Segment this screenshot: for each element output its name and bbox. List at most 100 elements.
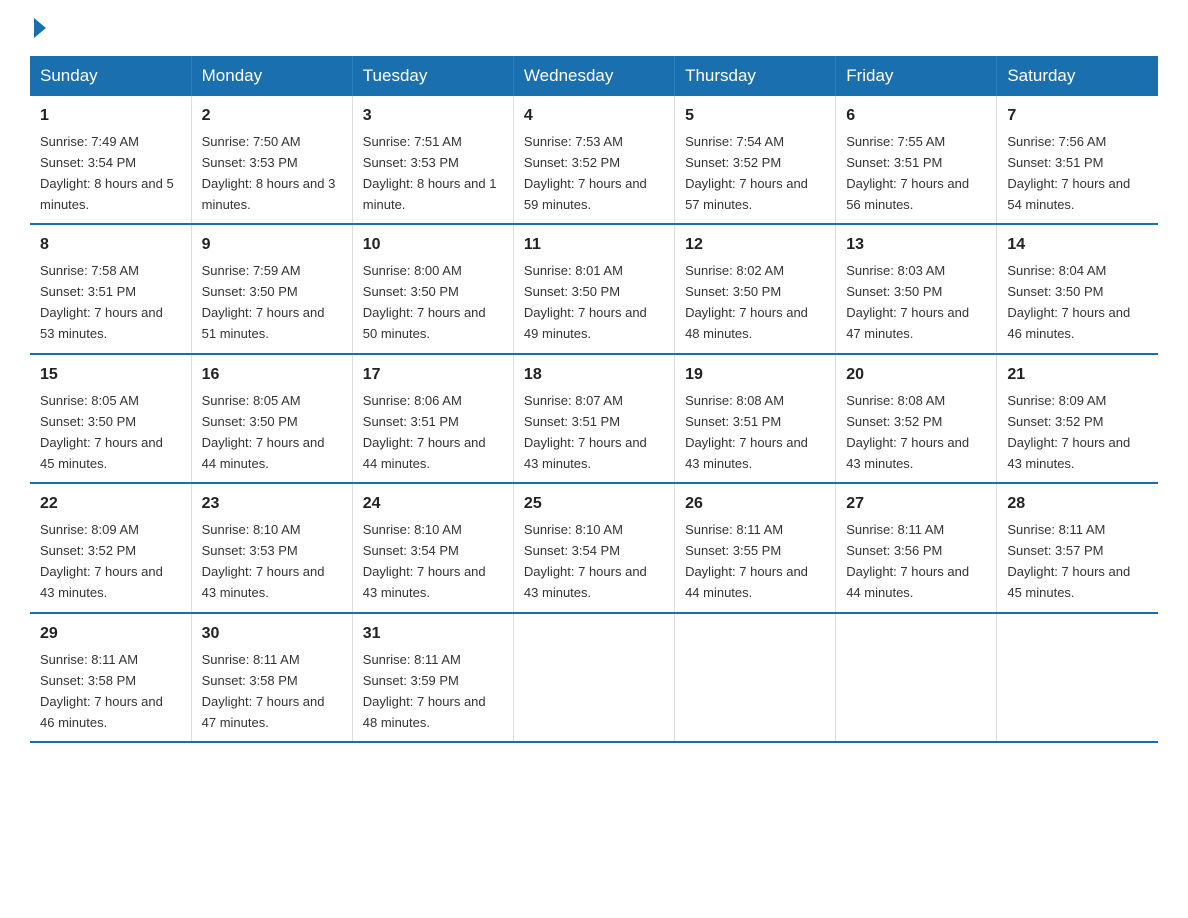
day-number: 2	[202, 104, 342, 129]
table-row: 7 Sunrise: 7:56 AMSunset: 3:51 PMDaylight…	[997, 96, 1158, 224]
table-row: 14 Sunrise: 8:04 AMSunset: 3:50 PMDayligh…	[997, 224, 1158, 353]
day-info: Sunrise: 8:11 AMSunset: 3:56 PMDaylight:…	[846, 522, 969, 600]
table-row	[513, 613, 674, 742]
calendar-week-row: 15 Sunrise: 8:05 AMSunset: 3:50 PMDayligh…	[30, 354, 1158, 483]
day-number: 4	[524, 104, 664, 129]
day-info: Sunrise: 8:10 AMSunset: 3:54 PMDaylight:…	[363, 522, 486, 600]
day-info: Sunrise: 8:05 AMSunset: 3:50 PMDaylight:…	[202, 393, 325, 471]
calendar-week-row: 22 Sunrise: 8:09 AMSunset: 3:52 PMDayligh…	[30, 483, 1158, 612]
table-row: 10 Sunrise: 8:00 AMSunset: 3:50 PMDayligh…	[352, 224, 513, 353]
table-row: 17 Sunrise: 8:06 AMSunset: 3:51 PMDayligh…	[352, 354, 513, 483]
day-info: Sunrise: 8:03 AMSunset: 3:50 PMDaylight:…	[846, 263, 969, 341]
day-number: 6	[846, 104, 986, 129]
day-info: Sunrise: 8:10 AMSunset: 3:53 PMDaylight:…	[202, 522, 325, 600]
day-number: 15	[40, 363, 181, 388]
table-row	[997, 613, 1158, 742]
day-info: Sunrise: 8:11 AMSunset: 3:58 PMDaylight:…	[202, 652, 325, 730]
day-info: Sunrise: 8:09 AMSunset: 3:52 PMDaylight:…	[1007, 393, 1130, 471]
day-number: 7	[1007, 104, 1148, 129]
day-info: Sunrise: 8:09 AMSunset: 3:52 PMDaylight:…	[40, 522, 163, 600]
table-row: 2 Sunrise: 7:50 AMSunset: 3:53 PMDaylight…	[191, 96, 352, 224]
table-row: 28 Sunrise: 8:11 AMSunset: 3:57 PMDayligh…	[997, 483, 1158, 612]
day-number: 27	[846, 492, 986, 517]
day-info: Sunrise: 8:01 AMSunset: 3:50 PMDaylight:…	[524, 263, 647, 341]
day-number: 18	[524, 363, 664, 388]
day-number: 16	[202, 363, 342, 388]
col-thursday: Thursday	[675, 56, 836, 96]
day-info: Sunrise: 7:50 AMSunset: 3:53 PMDaylight:…	[202, 134, 336, 212]
table-row: 15 Sunrise: 8:05 AMSunset: 3:50 PMDayligh…	[30, 354, 191, 483]
day-number: 20	[846, 363, 986, 388]
day-info: Sunrise: 7:53 AMSunset: 3:52 PMDaylight:…	[524, 134, 647, 212]
table-row: 29Sunrise: 8:11 AMSunset: 3:58 PMDayligh…	[30, 613, 191, 742]
day-info: Sunrise: 7:55 AMSunset: 3:51 PMDaylight:…	[846, 134, 969, 212]
day-info: Sunrise: 7:56 AMSunset: 3:51 PMDaylight:…	[1007, 134, 1130, 212]
day-number: 11	[524, 233, 664, 258]
day-info: Sunrise: 7:58 AMSunset: 3:51 PMDaylight:…	[40, 263, 163, 341]
day-info: Sunrise: 8:02 AMSunset: 3:50 PMDaylight:…	[685, 263, 808, 341]
table-row: 12 Sunrise: 8:02 AMSunset: 3:50 PMDayligh…	[675, 224, 836, 353]
day-number: 17	[363, 363, 503, 388]
table-row: 25Sunrise: 8:10 AMSunset: 3:54 PMDayligh…	[513, 483, 674, 612]
table-row: 8Sunrise: 7:58 AMSunset: 3:51 PMDaylight…	[30, 224, 191, 353]
day-info: Sunrise: 8:08 AMSunset: 3:52 PMDaylight:…	[846, 393, 969, 471]
day-info: Sunrise: 8:00 AMSunset: 3:50 PMDaylight:…	[363, 263, 486, 341]
table-row: 9 Sunrise: 7:59 AMSunset: 3:50 PMDaylight…	[191, 224, 352, 353]
calendar-table: Sunday Monday Tuesday Wednesday Thursday…	[30, 56, 1158, 743]
table-row: 26Sunrise: 8:11 AMSunset: 3:55 PMDayligh…	[675, 483, 836, 612]
table-row: 20 Sunrise: 8:08 AMSunset: 3:52 PMDayligh…	[836, 354, 997, 483]
table-row: 24 Sunrise: 8:10 AMSunset: 3:54 PMDayligh…	[352, 483, 513, 612]
day-number: 24	[363, 492, 503, 517]
table-row: 1Sunrise: 7:49 AMSunset: 3:54 PMDaylight…	[30, 96, 191, 224]
day-number: 10	[363, 233, 503, 258]
table-row: 18Sunrise: 8:07 AMSunset: 3:51 PMDayligh…	[513, 354, 674, 483]
day-info: Sunrise: 7:54 AMSunset: 3:52 PMDaylight:…	[685, 134, 808, 212]
table-row: 16 Sunrise: 8:05 AMSunset: 3:50 PMDayligh…	[191, 354, 352, 483]
col-saturday: Saturday	[997, 56, 1158, 96]
day-info: Sunrise: 8:11 AMSunset: 3:57 PMDaylight:…	[1007, 522, 1130, 600]
calendar-week-row: 29Sunrise: 8:11 AMSunset: 3:58 PMDayligh…	[30, 613, 1158, 742]
table-row: 27 Sunrise: 8:11 AMSunset: 3:56 PMDayligh…	[836, 483, 997, 612]
day-number: 14	[1007, 233, 1148, 258]
calendar-header-row: Sunday Monday Tuesday Wednesday Thursday…	[30, 56, 1158, 96]
col-wednesday: Wednesday	[513, 56, 674, 96]
logo	[30, 20, 46, 38]
col-tuesday: Tuesday	[352, 56, 513, 96]
table-row: 22 Sunrise: 8:09 AMSunset: 3:52 PMDayligh…	[30, 483, 191, 612]
day-number: 12	[685, 233, 825, 258]
day-number: 21	[1007, 363, 1148, 388]
day-number: 13	[846, 233, 986, 258]
day-info: Sunrise: 8:11 AMSunset: 3:59 PMDaylight:…	[363, 652, 486, 730]
calendar-week-row: 1Sunrise: 7:49 AMSunset: 3:54 PMDaylight…	[30, 96, 1158, 224]
col-sunday: Sunday	[30, 56, 191, 96]
day-info: Sunrise: 8:05 AMSunset: 3:50 PMDaylight:…	[40, 393, 163, 471]
col-friday: Friday	[836, 56, 997, 96]
table-row: 3Sunrise: 7:51 AMSunset: 3:53 PMDaylight…	[352, 96, 513, 224]
day-info: Sunrise: 7:49 AMSunset: 3:54 PMDaylight:…	[40, 134, 174, 212]
day-info: Sunrise: 8:08 AMSunset: 3:51 PMDaylight:…	[685, 393, 808, 471]
table-row: 30Sunrise: 8:11 AMSunset: 3:58 PMDayligh…	[191, 613, 352, 742]
logo-general-text	[30, 20, 46, 38]
table-row: 19 Sunrise: 8:08 AMSunset: 3:51 PMDayligh…	[675, 354, 836, 483]
day-info: Sunrise: 8:04 AMSunset: 3:50 PMDaylight:…	[1007, 263, 1130, 341]
table-row: 4 Sunrise: 7:53 AMSunset: 3:52 PMDaylight…	[513, 96, 674, 224]
table-row: 13 Sunrise: 8:03 AMSunset: 3:50 PMDayligh…	[836, 224, 997, 353]
day-number: 23	[202, 492, 342, 517]
day-number: 5	[685, 104, 825, 129]
day-info: Sunrise: 8:10 AMSunset: 3:54 PMDaylight:…	[524, 522, 647, 600]
table-row: 21 Sunrise: 8:09 AMSunset: 3:52 PMDayligh…	[997, 354, 1158, 483]
day-number: 28	[1007, 492, 1148, 517]
day-info: Sunrise: 8:11 AMSunset: 3:55 PMDaylight:…	[685, 522, 808, 600]
table-row: 6 Sunrise: 7:55 AMSunset: 3:51 PMDaylight…	[836, 96, 997, 224]
day-number: 22	[40, 492, 181, 517]
day-info: Sunrise: 7:59 AMSunset: 3:50 PMDaylight:…	[202, 263, 325, 341]
table-row: 31Sunrise: 8:11 AMSunset: 3:59 PMDayligh…	[352, 613, 513, 742]
day-info: Sunrise: 8:06 AMSunset: 3:51 PMDaylight:…	[363, 393, 486, 471]
table-row	[675, 613, 836, 742]
day-number: 19	[685, 363, 825, 388]
calendar-week-row: 8Sunrise: 7:58 AMSunset: 3:51 PMDaylight…	[30, 224, 1158, 353]
table-row	[836, 613, 997, 742]
table-row: 5 Sunrise: 7:54 AMSunset: 3:52 PMDaylight…	[675, 96, 836, 224]
logo-arrow-icon	[34, 18, 46, 38]
day-number: 9	[202, 233, 342, 258]
